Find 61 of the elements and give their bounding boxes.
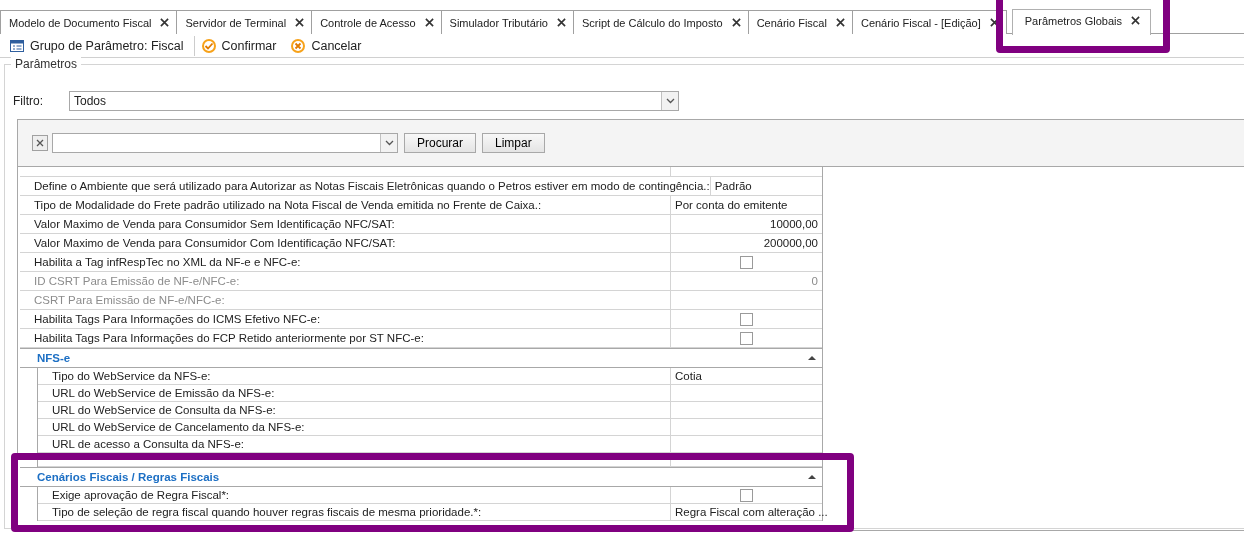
parameter-label: Habilita Tags Para Informações do FCP Retido anteriormente por ST NFC-e: bbox=[20, 329, 671, 347]
tab[interactable]: Cenário Fiscal - [Edição] bbox=[851, 10, 1007, 34]
parameter-label: CSRT Para Emissão de NF-e/NFC-e: bbox=[20, 291, 671, 309]
parameter-label: Tipo de Modalidade do Frete padrão utilizado na Nota Fiscal de Venda emitida no Frente de Caixa.: bbox=[20, 196, 671, 214]
search-field[interactable] bbox=[52, 133, 398, 153]
parameter-value[interactable]: 200000,00 bbox=[763, 237, 818, 249]
close-icon[interactable] bbox=[1131, 16, 1140, 25]
chevron-icon bbox=[384, 140, 394, 146]
tab[interactable]: Parâmetros Globais bbox=[1011, 9, 1151, 35]
close-icon[interactable] bbox=[295, 18, 305, 27]
filter-dropdown[interactable]: Todos bbox=[69, 91, 679, 111]
cancel-button[interactable]: Cancelar bbox=[290, 37, 368, 54]
checkbox[interactable] bbox=[740, 255, 753, 269]
parameter-label: Tipo do WebService da NFS-e: bbox=[38, 368, 671, 384]
filter-label: Filtro: bbox=[13, 94, 44, 108]
parameter-value[interactable]: Cotia bbox=[675, 370, 702, 382]
parameter-label: Habilita Tags Para Informações do ICMS Efetivo NFC-e: bbox=[20, 310, 671, 328]
tab[interactable]: Cenário Fiscal bbox=[747, 10, 853, 34]
section-title: Cenários Fiscais / Regras Fiscais bbox=[37, 471, 220, 483]
checkbox[interactable] bbox=[740, 488, 753, 502]
parameter-value[interactable]: Por conta do emitente bbox=[675, 199, 788, 211]
parameter-label: Habilita a Tag infRespTec no XML da NF-e e NFC-e: bbox=[20, 253, 671, 271]
tab[interactable]: Script de Cálculo do Imposto bbox=[573, 10, 749, 34]
parameter-value[interactable]: Regra Fiscal com alteração ... bbox=[675, 506, 828, 518]
parameter-label: Define o Ambiente que será utilizado para Autorizar as Notas Fiscais Eletrônicas quando o Petros estiver em modo de contingência.: bbox=[20, 177, 711, 195]
tab[interactable]: Controle de Acesso bbox=[311, 10, 442, 34]
clear-icon[interactable] bbox=[32, 135, 48, 151]
tab[interactable]: Modelo de Documento Fiscal bbox=[0, 10, 178, 34]
search-button[interactable]: Limpar bbox=[482, 133, 545, 153]
tab[interactable]: Servidor de Terminal bbox=[176, 10, 313, 34]
parameter-value[interactable]: Padrão bbox=[714, 180, 752, 192]
group-label: Grupo de Parâmetro: Fiscal bbox=[9, 37, 190, 54]
check-icon bbox=[200, 37, 217, 54]
checkbox[interactable] bbox=[740, 312, 753, 326]
section-title: NFS-e bbox=[37, 352, 71, 364]
parameter-label: Tipo de seleção de regra fiscal quando houver regras fiscais de mesma prioridade.*: bbox=[38, 504, 671, 520]
tab[interactable]: Simulador Tributário bbox=[440, 10, 574, 34]
parameter-value[interactable]: 10000,00 bbox=[770, 218, 818, 230]
close-icon[interactable] bbox=[557, 18, 566, 27]
cancel-icon bbox=[290, 37, 307, 54]
parameter-label: URL de acesso a Consulta da NFS-e: bbox=[38, 436, 671, 452]
parameter-label: Valor Maximo de Venda para Consumidor Sem Identificação NFC/SAT: bbox=[20, 215, 671, 233]
parameter-label: ID CSRT Para Emissão de NF-e/NFC-e: bbox=[20, 272, 671, 290]
close-icon[interactable] bbox=[989, 18, 999, 27]
parameter-label: Exige aprovação de Regra Fiscal*: bbox=[38, 487, 671, 503]
collapse-icon[interactable] bbox=[808, 475, 816, 479]
confirm-button[interactable]: Confirmar bbox=[200, 37, 283, 54]
chevron-icon bbox=[665, 98, 675, 104]
collapse-icon[interactable] bbox=[808, 356, 816, 360]
parameter-label: URL do WebService de Consulta da NFS-e: bbox=[38, 402, 671, 418]
search-button[interactable]: Procurar bbox=[404, 133, 476, 153]
close-icon[interactable] bbox=[835, 18, 845, 27]
list-icon bbox=[9, 37, 25, 54]
close-icon[interactable] bbox=[424, 18, 434, 27]
parameter-label: Valor Maximo de Venda para Consumidor Com Identificação NFC/SAT: bbox=[20, 234, 671, 252]
close-icon[interactable] bbox=[160, 18, 170, 27]
group-title: Parâmetros bbox=[11, 57, 82, 71]
checkbox[interactable] bbox=[740, 331, 753, 345]
close-icon[interactable] bbox=[731, 18, 741, 27]
parameter-label: URL do WebService de Cancelamento da NFS-e: bbox=[38, 419, 671, 435]
parameter-label: URL do WebService de Emissão da NFS-e: bbox=[38, 385, 671, 401]
